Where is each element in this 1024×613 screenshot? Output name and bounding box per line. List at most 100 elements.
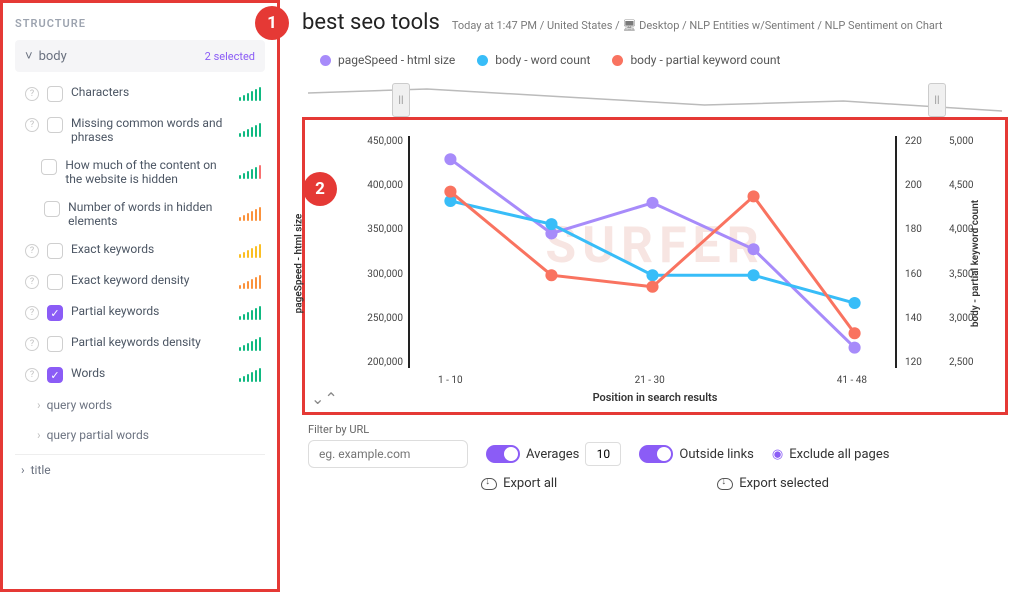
checkbox[interactable] bbox=[47, 336, 63, 352]
export-selected-label: Export selected bbox=[739, 476, 829, 491]
sidebar-item[interactable]: Number of words in hidden elements bbox=[15, 193, 265, 235]
item-label: Words bbox=[71, 366, 105, 380]
checkbox[interactable] bbox=[47, 243, 63, 259]
signal-bars-icon bbox=[239, 306, 261, 320]
legend-label: body - partial keyword count bbox=[630, 53, 780, 67]
sidebar-title: STRUCTURE bbox=[15, 11, 265, 40]
group-label: body bbox=[39, 49, 67, 64]
sidebar-item[interactable]: ?Partial keywords density bbox=[15, 328, 265, 359]
subgroup-query-words[interactable]: › query words bbox=[15, 390, 265, 420]
averages-input[interactable] bbox=[585, 442, 621, 466]
legend-item[interactable]: body - word count bbox=[477, 53, 590, 67]
outside-links-toggle[interactable] bbox=[639, 445, 673, 463]
range-handle-right[interactable]: || bbox=[928, 83, 946, 117]
x-ticks: 1 - 1021 - 3041 - 48 bbox=[408, 375, 897, 386]
chevron-right-icon: › bbox=[21, 463, 25, 477]
export-all-label: Export all bbox=[503, 476, 557, 491]
averages-control[interactable]: Averages bbox=[486, 442, 621, 466]
help-icon[interactable]: ? bbox=[25, 337, 39, 351]
controls-bar: Filter by URL Averages Outside links ◉ E… bbox=[302, 415, 1008, 491]
item-label: How much of the content on the website i… bbox=[65, 158, 225, 186]
group-label: title bbox=[31, 463, 51, 477]
checkbox[interactable]: ✓ bbox=[47, 305, 63, 321]
plot-area bbox=[408, 136, 897, 368]
sidebar-item[interactable]: ? Exact keyword density bbox=[15, 266, 265, 297]
signal-bars-icon bbox=[239, 244, 261, 258]
help-icon[interactable]: ? bbox=[25, 368, 39, 382]
legend-label: body - word count bbox=[495, 53, 590, 67]
range-handle-left[interactable]: || bbox=[392, 83, 410, 117]
exclude-label: Exclude all pages bbox=[789, 447, 889, 462]
averages-toggle[interactable] bbox=[486, 445, 520, 463]
cloud-download-icon bbox=[717, 478, 733, 490]
sidebar-item[interactable]: ? Missing common words and phrases bbox=[15, 109, 265, 151]
signal-bars-icon bbox=[239, 123, 261, 137]
checkbox[interactable] bbox=[41, 159, 57, 175]
subgroup-label: query partial words bbox=[47, 428, 149, 442]
group-title[interactable]: › title bbox=[15, 454, 265, 485]
signal-bars-icon bbox=[239, 165, 261, 179]
chevron-right-icon: › bbox=[37, 398, 41, 412]
signal-bars-icon bbox=[239, 275, 261, 289]
signal-bars-icon bbox=[239, 368, 261, 382]
main-chart[interactable]: SURFER pageSpeed - html size body - part… bbox=[313, 128, 997, 408]
subgroup-query-partial-words[interactable]: › query partial words bbox=[15, 420, 265, 450]
checkbox[interactable] bbox=[47, 86, 63, 102]
sidebar-item[interactable]: ?Characters bbox=[15, 78, 265, 109]
export-all-button[interactable]: Export all bbox=[481, 476, 557, 491]
sidebar-item[interactable]: How much of the content on the website i… bbox=[15, 151, 265, 193]
item-label: Missing common words and phrases bbox=[71, 116, 225, 144]
item-label: Exact keywords bbox=[71, 242, 154, 256]
chevron-down-icon: ˅ bbox=[25, 48, 33, 64]
chart-legend: pageSpeed - html size body - word count bo… bbox=[302, 47, 1008, 77]
item-label: Partial keywords bbox=[71, 304, 159, 318]
page-meta: Today at 1:47 PM / United States / 🖥 Des… bbox=[452, 19, 943, 32]
legend-label: pageSpeed - html size bbox=[338, 53, 455, 67]
checkbox[interactable] bbox=[44, 201, 60, 217]
y-ticks-right1: 220200180160140120 bbox=[905, 136, 939, 368]
item-label: Exact keyword density bbox=[71, 273, 189, 287]
checkbox[interactable] bbox=[47, 117, 63, 133]
group-body[interactable]: ˅ body 2 selected bbox=[15, 40, 265, 72]
filter-label: Filter by URL bbox=[302, 423, 1008, 436]
legend-dot-icon bbox=[320, 55, 331, 66]
filter-url-input[interactable] bbox=[308, 440, 468, 468]
chart-container: SURFER pageSpeed - html size body - part… bbox=[302, 117, 1008, 415]
sidebar-item[interactable]: ? ✓ Partial keywords bbox=[15, 297, 265, 328]
zoom-icon[interactable]: ⌄⌃ bbox=[311, 389, 338, 408]
help-icon[interactable]: ? bbox=[25, 87, 39, 101]
cloud-download-icon bbox=[481, 478, 497, 490]
outside-links-label: Outside links bbox=[679, 447, 753, 462]
page-title: best seo tools bbox=[302, 10, 440, 35]
structure-sidebar: STRUCTURE ˅ body 2 selected ?Characters?… bbox=[0, 0, 280, 592]
legend-dot-icon bbox=[477, 55, 488, 66]
callout-badge-1: 1 bbox=[255, 6, 289, 40]
signal-bars-icon bbox=[239, 337, 261, 351]
help-icon[interactable]: ? bbox=[25, 118, 39, 132]
help-icon[interactable]: ? bbox=[25, 306, 39, 320]
help-icon[interactable]: ? bbox=[25, 244, 39, 258]
item-label: Number of words in hidden elements bbox=[68, 200, 225, 228]
x-axis-label: Position in search results bbox=[313, 391, 997, 404]
sidebar-item[interactable]: ? ✓ Words bbox=[15, 359, 265, 390]
exclude-pages-control[interactable]: ◉ Exclude all pages bbox=[772, 447, 890, 462]
group-selected-count: 2 selected bbox=[205, 50, 255, 63]
chevron-right-icon: › bbox=[37, 428, 41, 442]
y-ticks-right2: 5,0004,5004,0003,5003,0002,500 bbox=[949, 136, 987, 368]
checkbox[interactable] bbox=[47, 274, 63, 290]
export-selected-button[interactable]: Export selected bbox=[717, 476, 829, 491]
legend-dot-icon bbox=[612, 55, 623, 66]
legend-item[interactable]: body - partial keyword count bbox=[612, 53, 780, 67]
y-ticks-left: 450,000400,000350,000300,000250,000200,0… bbox=[353, 136, 403, 368]
main-panel: best seo tools Today at 1:47 PM / United… bbox=[280, 0, 1024, 613]
signal-bars-icon bbox=[239, 87, 261, 101]
eye-icon: ◉ bbox=[772, 447, 783, 462]
averages-label: Averages bbox=[526, 447, 579, 462]
signal-bars-icon bbox=[239, 207, 261, 221]
help-icon[interactable]: ? bbox=[25, 275, 39, 289]
outside-links-control[interactable]: Outside links bbox=[639, 445, 753, 463]
sidebar-item[interactable]: ? Exact keywords bbox=[15, 235, 265, 266]
legend-item[interactable]: pageSpeed - html size bbox=[320, 53, 455, 67]
checkbox[interactable]: ✓ bbox=[47, 367, 63, 383]
callout-badge-2: 2 bbox=[303, 172, 337, 206]
